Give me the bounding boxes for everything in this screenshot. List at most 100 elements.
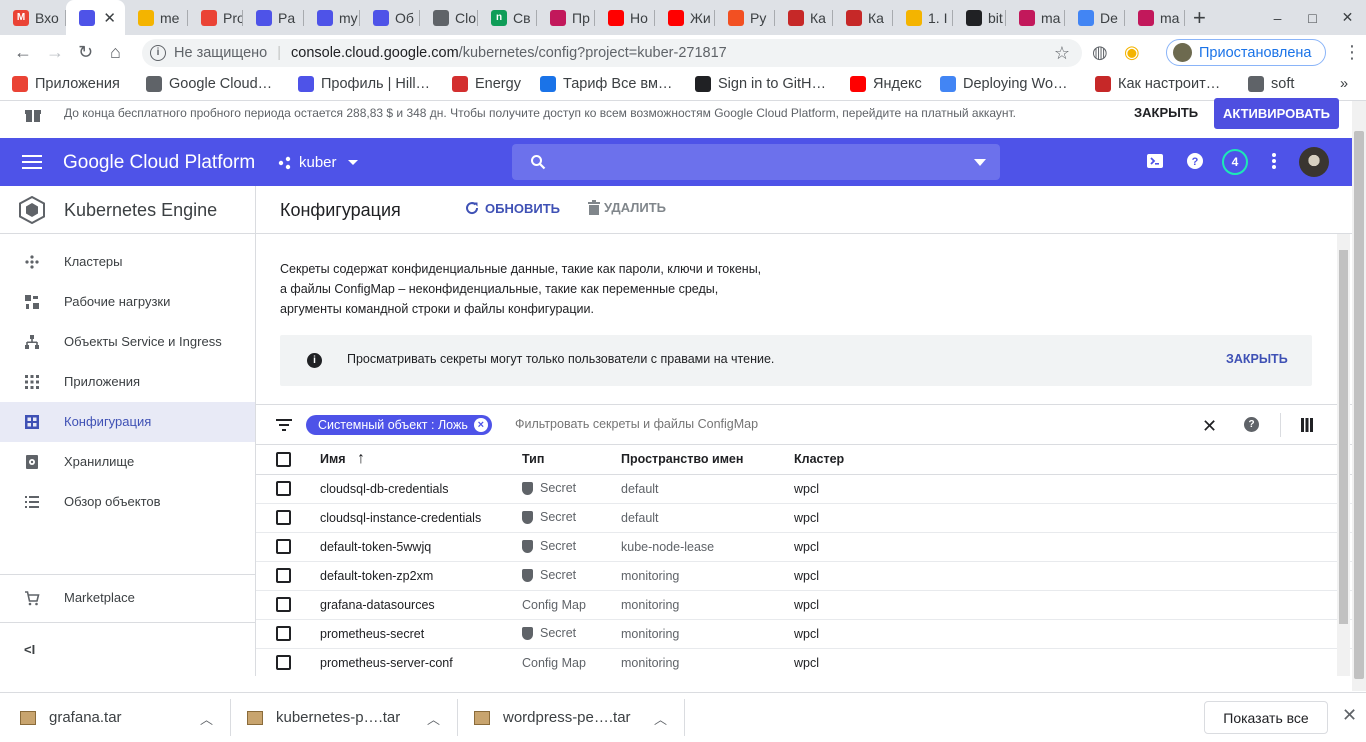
bookmark-star-icon[interactable]: ☆ [1054, 43, 1070, 64]
row-name[interactable]: cloudsql-db-credentials [320, 474, 522, 504]
row-checkbox[interactable] [276, 655, 291, 671]
download-item[interactable]: wordpress-pe….tar ︿ [474, 693, 685, 742]
browser-tab[interactable]: Жи [655, 0, 715, 35]
trial-close-button[interactable]: ЗАКРЫТЬ [1134, 105, 1198, 120]
table-row[interactable]: prometheus-secret Secret monitoring wpcl [256, 619, 1352, 649]
table-row[interactable]: cloudsql-db-credentials Secret default wpcl [256, 474, 1352, 504]
table-row[interactable]: default-token-zp2xm Secret monitoring wpcl [256, 561, 1352, 591]
chevron-up-icon[interactable]: ︿ [200, 709, 213, 728]
search-input[interactable] [512, 144, 1000, 180]
row-cluster[interactable]: wpcl [794, 503, 1352, 533]
delete-button[interactable]: УДАЛИТЬ [588, 200, 666, 215]
browser-tab[interactable]: Но [595, 0, 655, 35]
row-name[interactable]: prometheus-server-conf [320, 648, 522, 676]
browser-tab[interactable]: me [125, 0, 188, 35]
translate-icon[interactable]: ◍ [1092, 43, 1108, 61]
gcp-brand[interactable]: Google Cloud Platform [63, 152, 255, 174]
new-tab-button[interactable]: + [1193, 5, 1206, 31]
bookmark-item[interactable]: Sign in to GitH… [695, 76, 826, 92]
home-icon[interactable]: ⌂ [110, 43, 121, 61]
row-name[interactable]: cloudsql-instance-credentials [320, 503, 522, 533]
row-checkbox[interactable] [276, 539, 291, 555]
row-cluster[interactable]: wpcl [794, 648, 1352, 676]
reload-icon[interactable]: ↻ [78, 43, 93, 61]
row-name[interactable]: default-token-5wwjq [320, 532, 522, 562]
column-namespace[interactable]: Пространство имен [621, 445, 794, 475]
search-dropdown-icon[interactable] [974, 159, 986, 166]
close-window-button[interactable]: ✕ [1330, 9, 1365, 26]
address-bar[interactable]: i Не защищено | console.cloud.google.com… [142, 39, 1082, 67]
sidebar-item-workloads[interactable]: Рабочие нагрузки [0, 282, 255, 322]
sidebar-item-applications[interactable]: Приложения [0, 362, 255, 402]
bookmark-item[interactable]: Тариф Все вм… [540, 76, 672, 92]
sort-ascending-icon[interactable]: ↑ [357, 450, 365, 467]
browser-tab[interactable]: Pa [243, 0, 304, 35]
refresh-button[interactable]: ОБНОВИТЬ [464, 200, 560, 216]
browser-tab[interactable]: bit [953, 0, 1006, 35]
clear-filter-icon[interactable]: ✕ [1202, 416, 1217, 437]
notifications-badge[interactable]: 4 [1222, 149, 1248, 175]
bookmark-item[interactable]: Профиль | Hill… [298, 76, 430, 92]
page-scrollbar[interactable] [1352, 101, 1366, 691]
browser-tab[interactable]: n Св [478, 0, 537, 35]
close-downloads-icon[interactable]: ✕ [1342, 705, 1357, 726]
chevron-up-icon[interactable]: ︿ [654, 709, 667, 728]
row-checkbox[interactable] [276, 626, 291, 642]
bookmarks-overflow-button[interactable]: » [1340, 76, 1348, 92]
table-row[interactable]: grafana-datasources Config Map monitoring w… [256, 590, 1352, 620]
info-icon[interactable]: i [150, 45, 166, 61]
cloud-shell-icon[interactable] [1146, 152, 1164, 170]
select-all-checkbox[interactable] [276, 451, 291, 467]
bookmark-item[interactable]: Deploying Wo… [940, 76, 1068, 92]
browser-tab[interactable]: Ка [775, 0, 833, 35]
row-checkbox[interactable] [276, 597, 291, 613]
profile-button[interactable]: Приостановлена [1166, 39, 1326, 66]
filter-icon[interactable] [276, 419, 292, 431]
row-cluster[interactable]: wpcl [794, 532, 1352, 562]
row-name[interactable]: prometheus-secret [320, 619, 522, 649]
table-row[interactable]: prometheus-server-conf Config Map monitori… [256, 648, 1352, 676]
show-all-downloads-button[interactable]: Показать все [1204, 701, 1328, 734]
bookmark-item[interactable]: Яндекс [850, 76, 922, 92]
column-name[interactable]: Имя ↑ [320, 445, 522, 475]
activate-button[interactable]: АКТИВИРОВАТЬ [1214, 98, 1339, 129]
browser-tab[interactable]: Пр [537, 0, 595, 35]
filter-chip[interactable]: Системный объект : Ложь × [306, 415, 492, 435]
sidebar-item-configuration[interactable]: Конфигурация [0, 402, 255, 442]
column-display-icon[interactable] [1301, 418, 1313, 432]
sidebar-item-marketplace[interactable]: Marketplace [0, 578, 255, 618]
bookmark-item[interactable]: Приложения [12, 76, 120, 92]
row-cluster[interactable]: wpcl [794, 474, 1352, 504]
row-checkbox[interactable] [276, 510, 291, 526]
minimize-button[interactable]: – [1260, 10, 1295, 26]
browser-tab[interactable]: Clo [420, 0, 478, 35]
browser-tab[interactable]: ma [1006, 0, 1065, 35]
browser-tab[interactable]: ma [1125, 0, 1185, 35]
table-row[interactable]: cloudsql-instance-credentials Secret defau… [256, 503, 1352, 533]
tab-active[interactable]: ✕ [66, 0, 125, 35]
bookmark-item[interactable]: soft [1248, 76, 1294, 92]
browser-tab[interactable]: 1. I [893, 0, 953, 35]
more-vert-icon[interactable] [1270, 152, 1278, 170]
row-cluster[interactable]: wpcl [794, 590, 1352, 620]
sidebar-item-clusters[interactable]: Кластеры [0, 242, 255, 282]
sidebar-item-object-browser[interactable]: Обзор объектов [0, 482, 255, 522]
bookmark-item[interactable]: Как настроит… [1095, 76, 1220, 92]
column-cluster[interactable]: Кластер [794, 445, 1352, 475]
browser-tab[interactable]: Ру [715, 0, 775, 35]
row-cluster[interactable]: wpcl [794, 619, 1352, 649]
back-icon[interactable]: ← [14, 43, 32, 61]
download-item[interactable]: grafana.tar ︿ [20, 693, 231, 742]
menu-icon[interactable] [22, 154, 42, 170]
browser-tab[interactable]: M Вхо [0, 0, 66, 35]
account-avatar[interactable] [1299, 147, 1329, 177]
sidebar-item-services[interactable]: Объекты Service и Ingress [0, 322, 255, 362]
browser-tab[interactable]: De [1065, 0, 1125, 35]
forward-icon[interactable]: → [46, 43, 64, 61]
browser-tab[interactable]: Ка [833, 0, 893, 35]
column-type[interactable]: Тип [522, 445, 621, 475]
extension-icon[interactable]: ◉ [1124, 43, 1140, 61]
remove-filter-icon[interactable]: × [473, 418, 488, 432]
row-checkbox[interactable] [276, 568, 291, 584]
row-name[interactable]: default-token-zp2xm [320, 561, 522, 591]
